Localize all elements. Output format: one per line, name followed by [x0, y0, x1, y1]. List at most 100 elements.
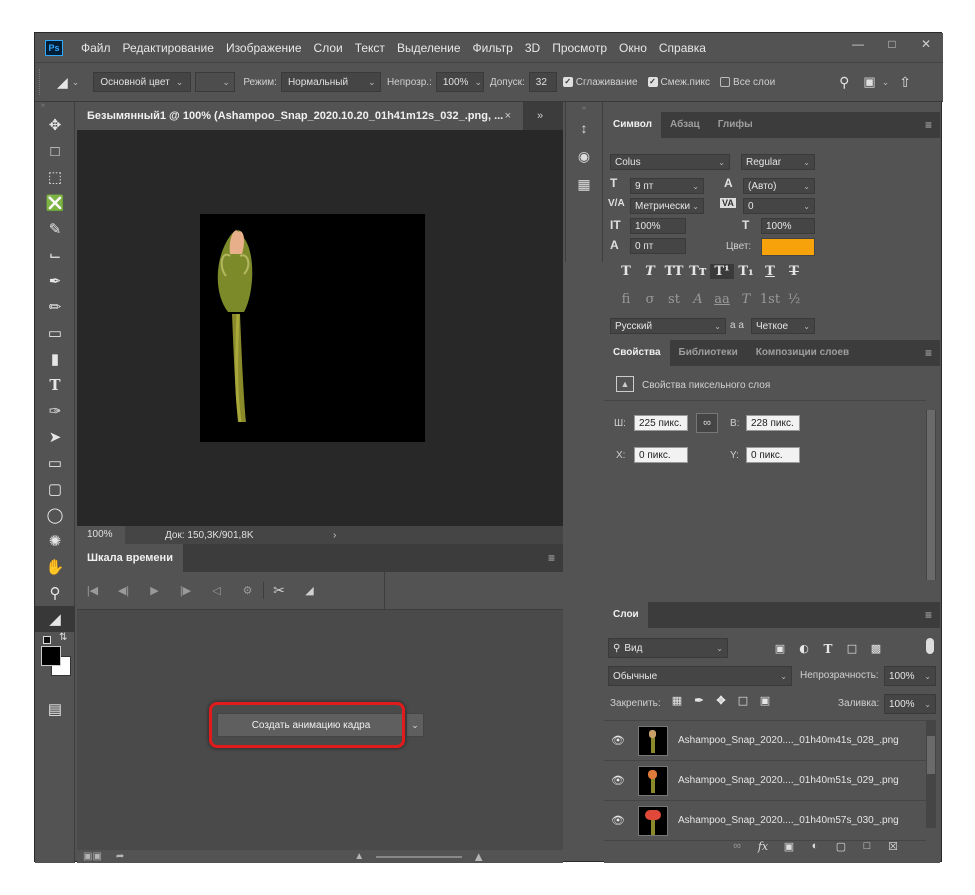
play-icon[interactable]: ▶	[139, 584, 170, 597]
pattern-select[interactable]: ⌄	[195, 72, 236, 92]
baseline-shift-field[interactable]: 0 пт	[630, 238, 686, 254]
ligatures-icon[interactable]: fi	[614, 292, 638, 307]
contextual-alternates-icon[interactable]: σ	[638, 292, 662, 307]
link-layers-icon[interactable]: ∞	[724, 840, 750, 853]
layer-row[interactable]: 👁 Ashampoo_Snap_2020...._01h40m51s_029_.…	[604, 761, 926, 801]
menu-window[interactable]: Окно	[613, 41, 653, 55]
swash-icon[interactable]: A	[686, 292, 710, 307]
strikethrough-icon[interactable]: T	[782, 264, 806, 279]
menu-edit[interactable]: Редактирование	[117, 41, 220, 55]
close-button[interactable]: ✕	[909, 33, 943, 55]
create-animation-chevron-icon[interactable]: ⌄	[406, 713, 424, 737]
font-family-select[interactable]: Colus ⌄	[610, 154, 730, 170]
all-layers-checkbox[interactable]	[720, 77, 731, 87]
ellipse-tool-icon[interactable]: ◯	[35, 502, 75, 528]
blend-mode-select[interactable]: Обычные ⌄	[608, 666, 792, 686]
fill-source-select[interactable]: Основной цвет ⌄	[93, 72, 192, 92]
add-mask-icon[interactable]: ▣	[776, 840, 802, 853]
filter-shape-icon[interactable]: □	[840, 642, 864, 656]
titling-alternates-icon[interactable]: T	[734, 292, 758, 307]
tab-properties[interactable]: Свойства	[604, 340, 670, 366]
menu-help[interactable]: Справка	[653, 41, 712, 55]
filter-adjustment-icon[interactable]: ◐	[792, 642, 816, 656]
brush-settings-icon[interactable]: ◉	[566, 142, 602, 170]
lock-all-icon[interactable]: ▣	[754, 694, 776, 707]
zoom-slider[interactable]	[376, 855, 463, 858]
rounded-rectangle-tool-icon[interactable]: ▢	[35, 476, 75, 502]
menu-file[interactable]: Файл	[75, 41, 117, 55]
restore-button[interactable]: □	[875, 33, 909, 55]
y-field[interactable]: 0 пикс.	[746, 447, 800, 463]
panel-menu-icon[interactable]: ≡	[925, 608, 932, 622]
fractions-icon[interactable]: ½	[782, 292, 806, 307]
properties-scrollbar[interactable]	[926, 410, 936, 580]
collapse-toolbar-icon[interactable]: »	[35, 102, 74, 112]
tab-paragraph[interactable]: Абзац	[661, 112, 709, 138]
workspace-chevron-icon[interactable]: ⌄	[882, 77, 890, 88]
font-style-select[interactable]: Regular ⌄	[741, 154, 815, 170]
all-caps-icon[interactable]: TT	[662, 264, 686, 279]
tab-libraries[interactable]: Библиотеки	[670, 340, 747, 366]
frame-mode-icon[interactable]: ▣▣	[83, 851, 102, 862]
paint-bucket-tool-icon[interactable]: ◢	[35, 606, 75, 632]
filter-smart-object-icon[interactable]: ▩	[864, 642, 888, 656]
faux-italic-icon[interactable]: T	[638, 264, 662, 279]
menu-layers[interactable]: Слои	[308, 41, 349, 55]
options-grip[interactable]	[39, 69, 45, 95]
delete-layer-trash-icon[interactable]: ☒	[880, 840, 906, 853]
lock-position-move-icon[interactable]: ✥	[710, 694, 732, 707]
layer-opacity-field[interactable]: 100% ⌄	[884, 666, 936, 686]
panel-menu-icon[interactable]: ≡	[548, 551, 555, 565]
eraser-tool-icon[interactable]: ▭	[35, 320, 75, 346]
custom-shape-tool-icon[interactable]: ✺	[35, 528, 75, 554]
scrollbar-thumb[interactable]	[927, 410, 935, 580]
width-field[interactable]: 225 пикс.	[634, 415, 688, 431]
screen-mode-icon[interactable]: ▤	[35, 696, 75, 722]
leading-field[interactable]: (Авто) ⌄	[743, 178, 815, 194]
layer-filter-select[interactable]: ⚲ Вид ⌄	[608, 638, 728, 658]
history-icon[interactable]: ↕	[566, 114, 602, 142]
menu-type[interactable]: Текст	[349, 41, 391, 55]
first-frame-icon[interactable]: |◀	[77, 584, 108, 597]
rectangle-tool-icon[interactable]: ▭	[35, 450, 75, 476]
new-group-folder-icon[interactable]: ▢	[828, 840, 854, 853]
tab-layer-comps[interactable]: Композиции слоев	[747, 340, 858, 366]
language-select[interactable]: Русский ⌄	[610, 318, 726, 334]
vertical-scale-field[interactable]: 100%	[630, 218, 686, 234]
menu-select[interactable]: Выделение	[391, 41, 467, 55]
text-color-swatch[interactable]	[761, 238, 815, 256]
stylistic-alternates-icon[interactable]: aa	[710, 292, 734, 307]
kerning-select[interactable]: Метрически ⌄	[630, 198, 704, 214]
antialias-checkbox[interactable]: ✓	[562, 77, 573, 87]
antialias-select[interactable]: Четкое ⌄	[751, 318, 815, 334]
gradient-tool-icon[interactable]: ▮	[35, 346, 75, 372]
settings-gear-icon[interactable]: ⚙	[232, 584, 263, 597]
tab-character[interactable]: Символ	[604, 112, 661, 138]
transition-icon[interactable]: ◢	[294, 584, 325, 597]
layers-scrollbar[interactable]	[926, 720, 936, 828]
faux-bold-icon[interactable]: T	[614, 264, 638, 279]
panel-menu-icon[interactable]: ≡	[925, 118, 932, 132]
tool-preset-chevron-icon[interactable]: ⌄	[72, 77, 80, 88]
filter-type-icon[interactable]: T	[816, 642, 840, 656]
previous-frame-icon[interactable]: ◀|	[108, 584, 139, 597]
new-layer-icon[interactable]: □	[854, 840, 880, 853]
zoom-out-mountain-icon[interactable]: ▲	[354, 851, 364, 862]
quick-selection-tool-icon[interactable]: ✎	[35, 216, 75, 242]
superscript-icon[interactable]: T¹	[710, 264, 734, 279]
path-selection-tool-icon[interactable]: ➤	[35, 424, 75, 450]
underline-icon[interactable]: T	[758, 264, 782, 279]
timeline-tab[interactable]: Шкала времени	[77, 544, 183, 572]
font-size-field[interactable]: 9 пт ⌄	[630, 178, 704, 194]
discretionary-ligatures-icon[interactable]: st	[662, 292, 686, 307]
adjustment-layer-icon[interactable]: ◐	[802, 840, 828, 853]
subscript-icon[interactable]: T₁	[734, 264, 758, 279]
tracking-field[interactable]: 0 ⌄	[743, 198, 815, 214]
menu-3d[interactable]: 3D	[519, 41, 546, 55]
visibility-eye-icon[interactable]: 👁	[604, 774, 632, 787]
document-tab[interactable]: Безымянный1 @ 100% (Ashampoo_Snap_2020.1…	[77, 102, 523, 130]
paint-bucket-icon[interactable]: ◢	[57, 74, 68, 91]
layer-row[interactable]: 👁 Ashampoo_Snap_2020...._01h40m41s_028_.…	[604, 721, 926, 761]
menu-image[interactable]: Изображение	[220, 41, 308, 55]
swap-colors-icon[interactable]: ⇅	[59, 632, 67, 643]
